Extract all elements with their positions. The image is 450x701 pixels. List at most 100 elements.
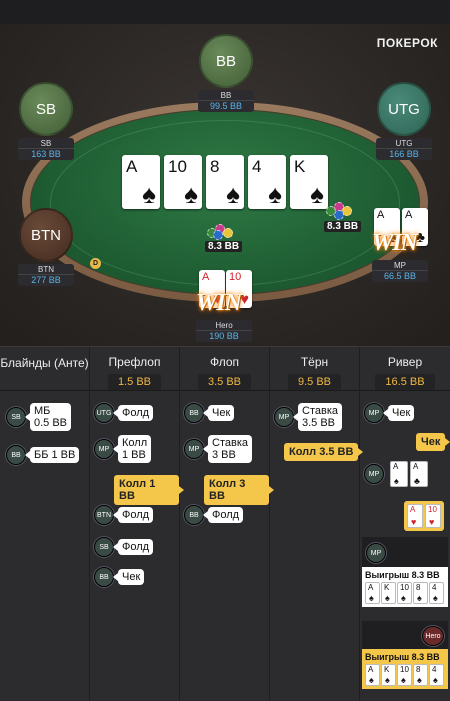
chip-stack-icon xyxy=(205,220,237,240)
hand-card: 4 ♠ xyxy=(429,664,444,686)
hero-shown-cards: A ♥ 10 ♥ xyxy=(404,501,444,531)
column-header: Префлоп 1.5 BB xyxy=(90,347,179,391)
player-badge: BB xyxy=(184,403,204,423)
player-badge: Hero xyxy=(422,626,444,646)
action-row: BB Фолд xyxy=(184,505,244,525)
column-header: Тёрн 9.5 BB xyxy=(270,347,359,391)
hand-card: A ♠ xyxy=(365,664,380,686)
player-name: BTN xyxy=(38,265,54,274)
board-card: 10 ♠ xyxy=(164,155,202,209)
player-badge: BB xyxy=(94,567,114,587)
player-badge: MP xyxy=(94,439,114,459)
action-row: MP Ставка 3 BB xyxy=(184,435,252,463)
winner-box-body: Выигрыш 8.3 BB A ♠ K ♠ 10 ♠ 8 ♠ 4 ♠ xyxy=(362,567,448,607)
seat-sb[interactable]: SB SB 163 BB xyxy=(18,82,74,160)
player-name: SB xyxy=(40,139,52,148)
seat-bb[interactable]: BB BB 99.5 BB xyxy=(198,34,254,112)
column-title: Блайнды (Анте) xyxy=(0,356,89,370)
seat-btn[interactable]: BTN BTN 277 BB xyxy=(18,208,74,286)
action-bubble: МБ 0.5 BB xyxy=(30,403,72,431)
player-info: BTN 277 BB xyxy=(18,264,74,286)
column-blinds: Блайнды (Анте) SB МБ 0.5 BB BB ББ 1 BB xyxy=(0,347,90,701)
column-title: Тёрн xyxy=(300,355,329,369)
winner-box-header: Hero xyxy=(362,621,448,649)
player-badge: BTN xyxy=(94,505,114,525)
seat-mp[interactable]: A ♠ A ♣ WIN MP 66.5 BB xyxy=(372,208,432,282)
mp-bet-chips: 8.3 BB xyxy=(324,200,362,232)
action-bubble: Чек xyxy=(388,405,415,421)
call-badge: Колл 1 BB xyxy=(114,475,179,505)
column-title: Флоп xyxy=(209,355,240,369)
player-info: MP 66.5 BB xyxy=(372,260,428,282)
player-stack: 99.5 BB xyxy=(198,100,254,111)
board-card: A ♠ xyxy=(122,155,160,209)
action-row: BB ББ 1 BB xyxy=(6,445,80,465)
player-stack: 66.5 BB xyxy=(372,270,428,281)
hand-card: K ♠ xyxy=(381,582,396,604)
winning-hand: A ♠ K ♠ 10 ♠ 8 ♠ 4 ♠ xyxy=(365,582,445,604)
action-row: SB МБ 0.5 BB xyxy=(6,403,72,431)
board-card: 4 ♠ xyxy=(248,155,286,209)
player-stack: 163 BB xyxy=(18,148,74,159)
column-header: Блайнды (Анте) xyxy=(0,347,89,391)
player-name: BB xyxy=(220,91,232,100)
action-row: BB Чек xyxy=(94,567,145,587)
player-info: Hero 190 BB xyxy=(196,320,252,342)
seat-utg[interactable]: UTG UTG 166 BB xyxy=(376,82,432,160)
board-card: K ♠ xyxy=(290,155,328,209)
chip-stack-icon xyxy=(324,200,356,220)
action-row: MP Ставка 3.5 BB xyxy=(274,403,342,431)
action-row: BTN Фолд xyxy=(94,505,154,525)
call-badge: Колл 3 BB xyxy=(204,475,269,505)
column-title: Префлоп xyxy=(108,355,161,369)
hero-hole-cards: A ♥ 10 ♥ WIN xyxy=(196,270,256,318)
dealer-button: D xyxy=(90,258,101,269)
action-bubble: Чек xyxy=(208,405,235,421)
action-bubble: Колл 1 BB xyxy=(118,435,152,463)
avatar: BB xyxy=(199,34,253,88)
column-pot: 1.5 BB xyxy=(107,374,162,390)
seat-hero[interactable]: A ♥ 10 ♥ WIN Hero 190 BB xyxy=(196,270,256,342)
action-bubble: ББ 1 BB xyxy=(30,447,80,463)
winner-box-mp: MP Выигрыш 8.3 BB A ♠ K ♠ 10 ♠ 8 ♠ 4 ♠ xyxy=(362,537,448,607)
column-pot: 9.5 BB xyxy=(287,374,342,390)
column-header: Флоп 3.5 BB xyxy=(180,347,269,391)
action-bubble: Фолд xyxy=(118,539,154,555)
shown-card: 10 ♥ xyxy=(425,504,441,528)
player-badge: MP xyxy=(366,543,386,563)
player-badge: BB xyxy=(184,505,204,525)
pot-amount: 8.3 BB xyxy=(205,241,243,252)
player-badge: MP xyxy=(364,464,384,484)
player-info: BB 99.5 BB xyxy=(198,90,254,112)
board-cards: A ♠ 10 ♠ 8 ♠ 4 ♠ K ♠ xyxy=(122,155,328,209)
action-bubble: Фолд xyxy=(118,507,154,523)
column-turn: Тёрн 9.5 BB MP Ставка 3.5 BB Колл 3.5 BB xyxy=(270,347,360,701)
win-text: Выигрыш 8.3 BB xyxy=(365,652,440,662)
action-row: MP Чек xyxy=(364,403,415,423)
hand-card: 4 ♠ xyxy=(429,582,444,604)
poker-table-area: ПОКЕРОК A ♠ 10 ♠ 8 ♠ 4 ♠ K ♠ BB BB 99.5 BB SB… xyxy=(0,24,450,346)
shown-card: A ♠ xyxy=(390,461,408,487)
win-badge: WIN xyxy=(372,230,418,256)
player-badge: MP xyxy=(274,407,294,427)
action-bubble: Чек xyxy=(118,569,145,585)
hand-card: 8 ♠ xyxy=(413,664,428,686)
hand-card: 10 ♠ xyxy=(397,664,412,686)
winner-box-body: Выигрыш 8.3 BB A ♠ K ♠ 10 ♠ 8 ♠ 4 ♠ xyxy=(362,649,448,689)
top-bar xyxy=(0,0,450,24)
winning-hand: A ♠ K ♠ 10 ♠ 8 ♠ 4 ♠ xyxy=(365,664,445,686)
player-name: UTG xyxy=(395,139,413,148)
player-name: Hero xyxy=(215,321,233,330)
column-pot: 3.5 BB xyxy=(197,374,252,390)
avatar: UTG xyxy=(377,82,431,136)
column-header: Ривер 16.5 BB xyxy=(360,347,450,391)
action-row: MP Колл 1 BB xyxy=(94,435,152,463)
action-row: MP A ♠ A ♣ xyxy=(364,461,428,487)
center-pot: 8.3 BB xyxy=(205,220,243,252)
shown-cards: A ♠ A ♣ xyxy=(390,461,428,487)
hand-card: A ♠ xyxy=(365,582,380,604)
action-row: UTG Фолд xyxy=(94,403,154,423)
player-badge: UTG xyxy=(94,403,114,423)
brand-logo: ПОКЕРОК xyxy=(376,36,438,50)
player-info: UTG 166 BB xyxy=(376,138,432,160)
